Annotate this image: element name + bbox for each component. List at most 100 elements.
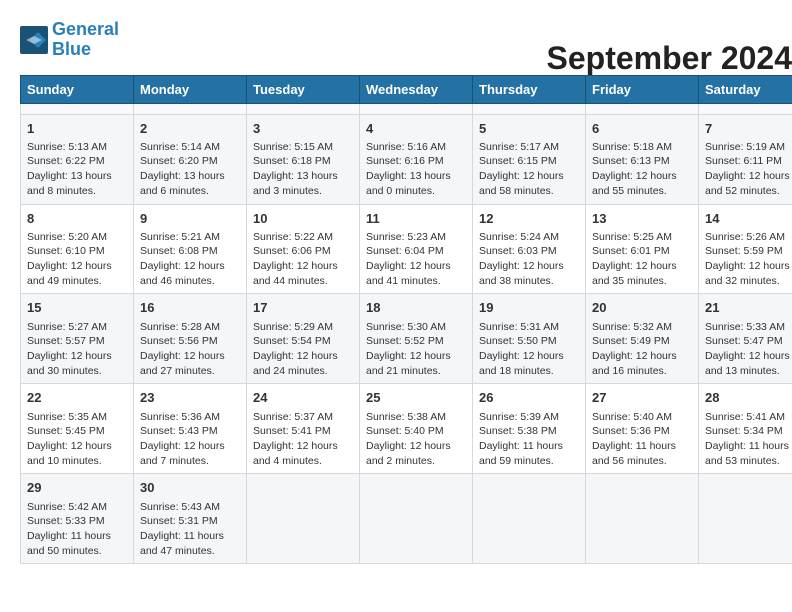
day-number: 23: [140, 389, 240, 407]
table-cell: 6 Sunrise: 5:18 AMSunset: 6:13 PMDaylight…: [586, 114, 699, 204]
day-info: Sunrise: 5:40 AMSunset: 5:36 PMDaylight:…: [592, 410, 692, 469]
table-cell: 11 Sunrise: 5:23 AMSunset: 6:04 PMDayligh…: [360, 204, 473, 294]
day-info: Sunrise: 5:32 AMSunset: 5:49 PMDaylight:…: [592, 320, 692, 379]
table-cell: 28 Sunrise: 5:41 AMSunset: 5:34 PMDayligh…: [699, 384, 792, 474]
table-cell: [699, 103, 792, 114]
table-cell: [21, 103, 134, 114]
day-number: 8: [27, 210, 127, 228]
day-info: Sunrise: 5:30 AMSunset: 5:52 PMDaylight:…: [366, 320, 466, 379]
table-row: 15 Sunrise: 5:27 AMSunset: 5:57 PMDayligh…: [21, 294, 792, 384]
col-friday: Friday: [586, 75, 699, 103]
day-number: 17: [253, 299, 353, 317]
day-number: 5: [479, 120, 579, 138]
table-row: 1Sunrise: 5:13 AMSunset: 6:22 PMDaylight…: [21, 114, 792, 204]
table-cell: [360, 474, 473, 564]
day-number: 28: [705, 389, 792, 407]
table-cell: [473, 103, 586, 114]
table-cell: 29Sunrise: 5:42 AMSunset: 5:33 PMDayligh…: [21, 474, 134, 564]
table-cell: 23Sunrise: 5:36 AMSunset: 5:43 PMDayligh…: [134, 384, 247, 474]
table-cell: 13Sunrise: 5:25 AMSunset: 6:01 PMDayligh…: [586, 204, 699, 294]
day-number: 3: [253, 120, 353, 138]
table-cell: 8 Sunrise: 5:20 AMSunset: 6:10 PMDaylight…: [21, 204, 134, 294]
day-number: 30: [140, 479, 240, 497]
day-number: 25: [366, 389, 466, 407]
day-info: Sunrise: 5:35 AMSunset: 5:45 PMDaylight:…: [27, 410, 127, 469]
logo: General Blue: [20, 20, 119, 60]
day-number: 19: [479, 299, 579, 317]
table-row: 8 Sunrise: 5:20 AMSunset: 6:10 PMDaylight…: [21, 204, 792, 294]
day-info: Sunrise: 5:17 AMSunset: 6:15 PMDaylight:…: [479, 140, 579, 199]
table-cell: 4 Sunrise: 5:16 AMSunset: 6:16 PMDaylight…: [360, 114, 473, 204]
day-number: 14: [705, 210, 792, 228]
day-number: 16: [140, 299, 240, 317]
day-number: 2: [140, 120, 240, 138]
calendar: Sunday Monday Tuesday Wednesday Thursday…: [20, 75, 792, 565]
day-number: 18: [366, 299, 466, 317]
day-number: 24: [253, 389, 353, 407]
table-cell: 1Sunrise: 5:13 AMSunset: 6:22 PMDaylight…: [21, 114, 134, 204]
day-number: 13: [592, 210, 692, 228]
day-info: Sunrise: 5:41 AMSunset: 5:34 PMDaylight:…: [705, 410, 792, 469]
day-number: 12: [479, 210, 579, 228]
day-info: Sunrise: 5:31 AMSunset: 5:50 PMDaylight:…: [479, 320, 579, 379]
table-cell: 24 Sunrise: 5:37 AMSunset: 5:41 PMDayligh…: [247, 384, 360, 474]
day-info: Sunrise: 5:43 AMSunset: 5:31 PMDaylight:…: [140, 500, 240, 559]
day-number: 7: [705, 120, 792, 138]
table-cell: 7 Sunrise: 5:19 AMSunset: 6:11 PMDaylight…: [699, 114, 792, 204]
day-number: 15: [27, 299, 127, 317]
table-row: 22 Sunrise: 5:35 AMSunset: 5:45 PMDayligh…: [21, 384, 792, 474]
table-cell: 26Sunrise: 5:39 AMSunset: 5:38 PMDayligh…: [473, 384, 586, 474]
table-cell: 5 Sunrise: 5:17 AMSunset: 6:15 PMDaylight…: [473, 114, 586, 204]
day-number: 9: [140, 210, 240, 228]
col-sunday: Sunday: [21, 75, 134, 103]
day-number: 26: [479, 389, 579, 407]
day-info: Sunrise: 5:19 AMSunset: 6:11 PMDaylight:…: [705, 140, 792, 199]
table-row: [21, 103, 792, 114]
day-info: Sunrise: 5:37 AMSunset: 5:41 PMDaylight:…: [253, 410, 353, 469]
day-info: Sunrise: 5:20 AMSunset: 6:10 PMDaylight:…: [27, 230, 127, 289]
day-number: 22: [27, 389, 127, 407]
table-cell: [360, 103, 473, 114]
table-cell: 14 Sunrise: 5:26 AMSunset: 5:59 PMDayligh…: [699, 204, 792, 294]
day-number: 4: [366, 120, 466, 138]
col-saturday: Saturday: [699, 75, 792, 103]
day-number: 29: [27, 479, 127, 497]
table-cell: [586, 474, 699, 564]
day-info: Sunrise: 5:14 AMSunset: 6:20 PMDaylight:…: [140, 140, 240, 199]
table-cell: 10 Sunrise: 5:22 AMSunset: 6:06 PMDayligh…: [247, 204, 360, 294]
table-cell: 25 Sunrise: 5:38 AMSunset: 5:40 PMDayligh…: [360, 384, 473, 474]
day-info: Sunrise: 5:38 AMSunset: 5:40 PMDaylight:…: [366, 410, 466, 469]
day-number: 11: [366, 210, 466, 228]
table-cell: 12 Sunrise: 5:24 AMSunset: 6:03 PMDayligh…: [473, 204, 586, 294]
day-info: Sunrise: 5:28 AMSunset: 5:56 PMDaylight:…: [140, 320, 240, 379]
table-cell: 9 Sunrise: 5:21 AMSunset: 6:08 PMDaylight…: [134, 204, 247, 294]
table-cell: [247, 103, 360, 114]
day-number: 6: [592, 120, 692, 138]
day-info: Sunrise: 5:15 AMSunset: 6:18 PMDaylight:…: [253, 140, 353, 199]
day-info: Sunrise: 5:26 AMSunset: 5:59 PMDaylight:…: [705, 230, 792, 289]
table-cell: 19 Sunrise: 5:31 AMSunset: 5:50 PMDayligh…: [473, 294, 586, 384]
day-info: Sunrise: 5:16 AMSunset: 6:16 PMDaylight:…: [366, 140, 466, 199]
day-info: Sunrise: 5:21 AMSunset: 6:08 PMDaylight:…: [140, 230, 240, 289]
table-cell: 30 Sunrise: 5:43 AMSunset: 5:31 PMDayligh…: [134, 474, 247, 564]
day-info: Sunrise: 5:23 AMSunset: 6:04 PMDaylight:…: [366, 230, 466, 289]
table-cell: 17 Sunrise: 5:29 AMSunset: 5:54 PMDayligh…: [247, 294, 360, 384]
day-number: 1: [27, 120, 127, 138]
table-cell: 18 Sunrise: 5:30 AMSunset: 5:52 PMDayligh…: [360, 294, 473, 384]
day-info: Sunrise: 5:33 AMSunset: 5:47 PMDaylight:…: [705, 320, 792, 379]
table-cell: 27 Sunrise: 5:40 AMSunset: 5:36 PMDayligh…: [586, 384, 699, 474]
table-cell: 20 Sunrise: 5:32 AMSunset: 5:49 PMDayligh…: [586, 294, 699, 384]
logo-line1: General: [52, 19, 119, 39]
day-number: 20: [592, 299, 692, 317]
day-info: Sunrise: 5:27 AMSunset: 5:57 PMDaylight:…: [27, 320, 127, 379]
day-number: 10: [253, 210, 353, 228]
day-info: Sunrise: 5:22 AMSunset: 6:06 PMDaylight:…: [253, 230, 353, 289]
day-info: Sunrise: 5:29 AMSunset: 5:54 PMDaylight:…: [253, 320, 353, 379]
table-cell: 2 Sunrise: 5:14 AMSunset: 6:20 PMDaylight…: [134, 114, 247, 204]
day-number: 27: [592, 389, 692, 407]
day-info: Sunrise: 5:24 AMSunset: 6:03 PMDaylight:…: [479, 230, 579, 289]
table-cell: [473, 474, 586, 564]
table-cell: 21Sunrise: 5:33 AMSunset: 5:47 PMDayligh…: [699, 294, 792, 384]
logo-line2: Blue: [52, 39, 91, 59]
day-info: Sunrise: 5:18 AMSunset: 6:13 PMDaylight:…: [592, 140, 692, 199]
